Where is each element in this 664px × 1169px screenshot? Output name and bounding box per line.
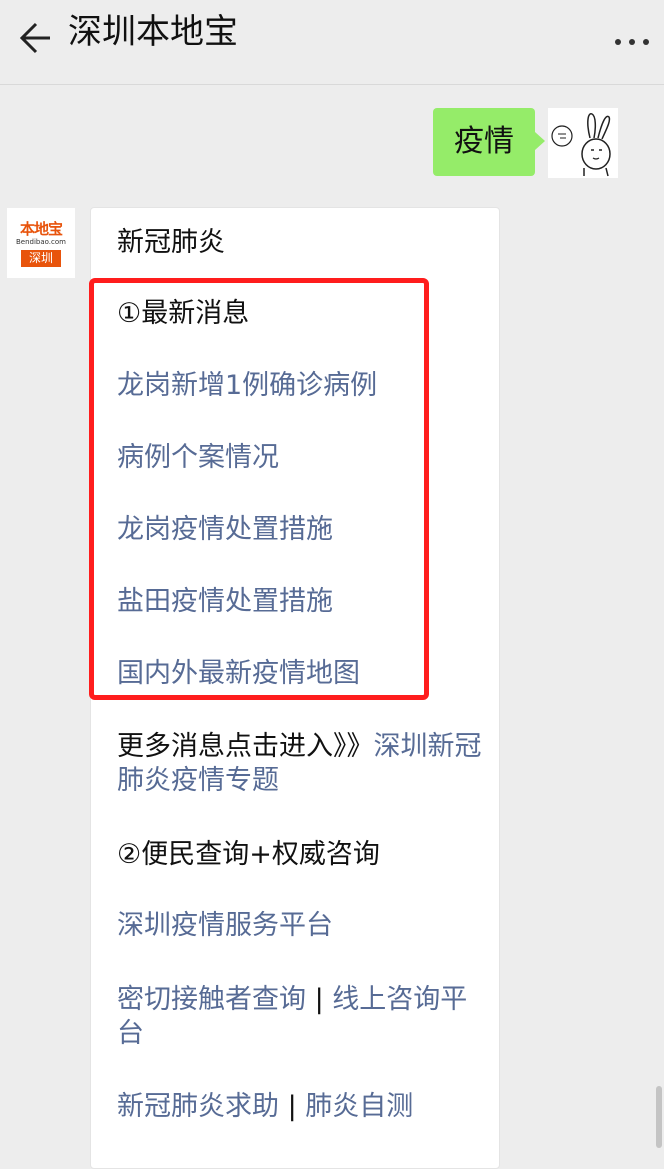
chat-title: 深圳本地宝 xyxy=(68,12,238,52)
more-options-icon[interactable] xyxy=(612,36,652,48)
help-selftest-line: 新冠肺炎求助 | 肺炎自测 xyxy=(117,1090,413,1124)
link-service-platform[interactable]: 深圳疫情服务平台 xyxy=(117,909,333,943)
top-bar: 深圳本地宝 xyxy=(0,0,664,85)
link-covid-help[interactable]: 新冠肺炎求助 xyxy=(117,1091,279,1122)
more-news-line: 更多消息点击进入》》深圳新冠肺炎疫情专题 xyxy=(117,730,487,798)
more-news-prefix: 更多消息点击进入》》 xyxy=(117,731,374,762)
separator-1: | xyxy=(306,984,333,1015)
intro-text: 新冠肺炎 xyxy=(117,227,225,258)
link-self-test[interactable]: 肺炎自测 xyxy=(305,1091,413,1122)
logo-url: Bendibao.com xyxy=(15,238,66,246)
scrollbar[interactable] xyxy=(656,1086,662,1148)
rabbit-avatar-icon xyxy=(551,113,611,177)
section-heading-services: ②便民查询+权威咨询 xyxy=(117,839,380,870)
separator-2: | xyxy=(279,1091,306,1122)
logo-city: 深圳 xyxy=(21,250,61,267)
link-contact-query[interactable]: 密切接触者查询 xyxy=(117,984,306,1015)
user-avatar[interactable] xyxy=(548,108,618,178)
contact-consult-line: 密切接触者查询 | 线上咨询平台 xyxy=(117,983,487,1051)
user-message-bubble[interactable]: 疫情 xyxy=(433,108,545,176)
logo-brand: 本地宝 xyxy=(19,220,63,238)
back-arrow-icon[interactable] xyxy=(14,18,54,58)
bendibao-logo[interactable]: 本地宝 Bendibao.com 深圳 xyxy=(7,208,75,278)
highlight-box xyxy=(89,278,429,700)
